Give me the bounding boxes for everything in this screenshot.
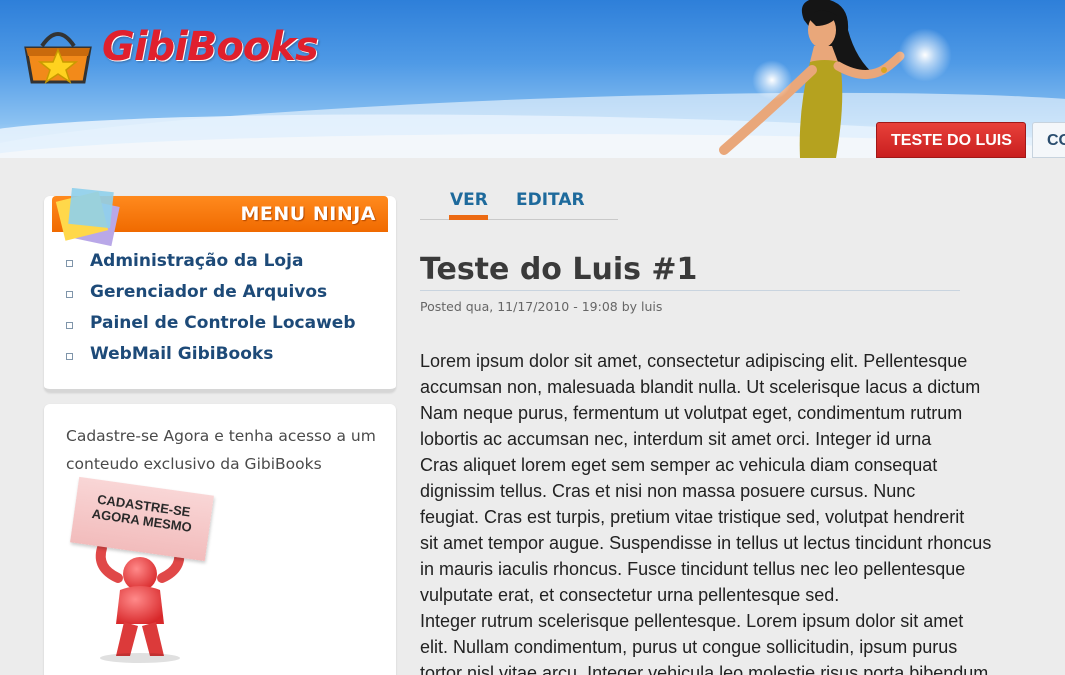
tab-editar[interactable]: EDITAR	[516, 190, 585, 210]
site-logo[interactable]: GibiBooks	[20, 18, 340, 88]
body-line: Nam neque purus, fermentum ut volutpat e…	[420, 403, 963, 423]
body-line: accumsan non, malesuada blandit nulla. U…	[420, 377, 981, 397]
logo-text: GibiBooks	[102, 24, 319, 70]
menu-link-gerenciador-arquivos[interactable]: Gerenciador de Arquivos	[90, 282, 327, 302]
bullet-icon	[66, 291, 73, 298]
page-title: Teste do Luis #1	[420, 252, 698, 287]
menu-title: MENU NINJA	[240, 203, 376, 225]
menu-item-gerenciador-arquivos: Gerenciador de Arquivos	[66, 281, 355, 312]
body-line: lobortis ac accumsan nec, interdum sit a…	[420, 429, 932, 449]
body-line: elit. Nullam condimentum, purus ut congu…	[420, 637, 958, 657]
tab-ver[interactable]: VER	[450, 190, 488, 210]
bullet-icon	[66, 353, 73, 360]
post-meta: Posted qua, 11/17/2010 - 19:08 by luis	[420, 299, 663, 314]
site-header: GibiBooks TESTE DO LUIS CO	[0, 0, 1065, 158]
menu-item-admin-loja: Administração da Loja	[66, 250, 355, 281]
body-line: vulputate erat, et consectetur urna pell…	[420, 585, 840, 605]
body-line: dignissim tellus. Cras et nisi non massa…	[420, 481, 916, 501]
menu-link-admin-loja[interactable]: Administração da Loja	[90, 251, 303, 271]
menu-link-webmail[interactable]: WebMail GibiBooks	[90, 344, 273, 364]
content-tabs: VER EDITAR	[420, 186, 618, 220]
menu-item-webmail: WebMail GibiBooks	[66, 343, 355, 374]
menu-list: Administração da Loja Gerenciador de Arq…	[66, 250, 355, 374]
body-line: Integer rutrum scelerisque pellentesque.…	[420, 611, 964, 631]
signup-text: Cadastre-se Agora e tenha acesso a um co…	[66, 427, 376, 473]
bullet-icon	[66, 260, 73, 267]
nav-tab-teste-do-luis[interactable]: TESTE DO LUIS	[876, 122, 1026, 158]
menu-link-painel-locaweb[interactable]: Painel de Controle Locaweb	[90, 313, 355, 333]
menu-ninja-block: MENU NINJA Administração da Loja Gerenci…	[44, 188, 396, 392]
body-line: tortor nisl vitae arcu. Integer vehicula…	[420, 663, 989, 675]
signup-banner[interactable]: CADASTRE-SE AGORA MESMO	[66, 476, 216, 663]
sparkle-decoration	[752, 60, 792, 100]
body-line: feugiat. Cras est turpis, pretium vitae …	[420, 507, 965, 527]
menu-item-painel-locaweb: Painel de Controle Locaweb	[66, 312, 355, 343]
active-tab-indicator	[449, 215, 488, 220]
sparkle-decoration	[898, 28, 952, 82]
shopping-basket-icon	[24, 32, 92, 84]
body-line: Cras aliquet lorem eget sem semper ac ve…	[420, 455, 938, 475]
nav-tab-next[interactable]: CO	[1032, 122, 1065, 158]
body-line: sit amet tempor augue. Suspendisse in te…	[420, 533, 992, 553]
body-line: Lorem ipsum dolor sit amet, consectetur …	[420, 351, 968, 371]
bullet-icon	[66, 322, 73, 329]
title-divider	[420, 290, 960, 291]
body-line: in mauris iaculis rhoncus. Fusce tincidu…	[420, 559, 966, 579]
signup-block: Cadastre-se Agora e tenha acesso a um co…	[44, 404, 396, 675]
post-body: Lorem ipsum dolor sit amet, consectetur …	[420, 348, 1065, 675]
sticky-notes-icon	[55, 188, 120, 247]
